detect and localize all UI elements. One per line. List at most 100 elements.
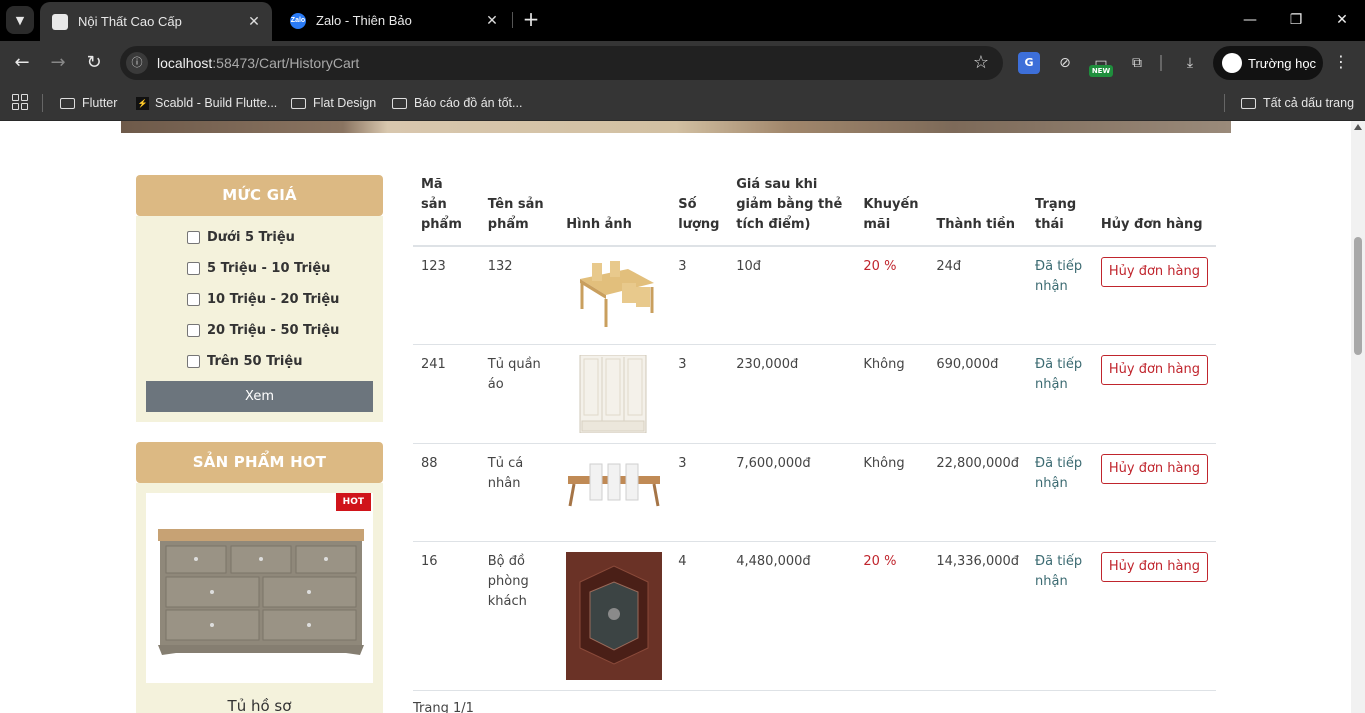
page-favicon-icon [52,13,68,30]
bookmark-flutter[interactable]: Flutter [60,93,117,113]
price-option[interactable]: 5 Triệu - 10 Triệu [146,253,373,284]
menu-kebab-icon[interactable]: ⋮ [1333,52,1349,71]
all-bookmarks[interactable]: Tất cả dấu trang [1241,93,1354,113]
cancel-order-button[interactable]: Hủy đơn hàng [1100,453,1208,484]
hot-badge: HOT [335,493,371,511]
cell-price: 10đ [728,246,856,345]
folder-icon [60,97,75,109]
reload-icon[interactable]: ↻ [81,50,107,76]
close-window-icon[interactable]: ✕ [1319,0,1365,40]
cell-name: 132 [479,246,559,345]
col-header-name: Tên sản phẩm [479,175,559,247]
cell-id: 16 [413,541,480,691]
tab-noi-that[interactable]: Nội Thất Cao Cấp ✕ [40,2,272,41]
bookmark-flat-design[interactable]: Flat Design [291,93,376,113]
col-header-status: Trạng thái [1027,175,1093,247]
col-header-qty: Số lượng [670,175,729,247]
translate-extension-icon[interactable]: G [1018,52,1040,74]
cancel-order-button[interactable]: Hủy đơn hàng [1100,257,1208,287]
cell-qty: 3 [670,443,729,542]
back-icon[interactable]: ← [9,50,35,76]
cell-image [558,541,671,691]
cell-cancel: Hủy đơn hàng [1092,443,1216,542]
extensions-puzzle-icon[interactable]: ⧉ [1126,52,1148,74]
toolbar-separator [1160,55,1162,71]
cell-promo: Không [855,344,929,444]
view-button[interactable]: Xem [146,381,373,412]
checkbox[interactable] [187,231,200,244]
new-tab-button[interactable]: + [518,6,544,34]
site-info-icon[interactable]: ⓘ [126,52,148,74]
cell-qty: 3 [670,246,729,345]
cell-image [558,344,671,444]
col-header-id: Mã sản phẩm [413,175,480,247]
hot-product-name[interactable]: Tủ hồ sơ [146,697,373,713]
wardrobe-image [579,354,647,433]
col-header-total: Thành tiền [928,175,1028,247]
cancel-order-button[interactable]: Hủy đơn hàng [1100,354,1208,385]
price-option[interactable]: 20 Triệu - 50 Triệu [146,315,373,346]
price-option[interactable]: 10 Triệu - 20 Triệu [146,284,373,315]
scroll-up-icon[interactable] [1354,124,1362,130]
table-chairs-image [568,463,661,506]
price-option[interactable]: Dưới 5 Triệu [146,222,373,253]
profile-button[interactable]: Trường học [1213,46,1323,80]
cell-name: Bộ đồ phòng khách [479,541,559,691]
apps-grid-icon[interactable] [12,94,28,110]
table-row: 123 132 3 10đ 20 % 24đ Đã tiếp nhận Hủy … [413,246,1216,345]
cell-image [558,443,671,542]
price-filter-box: Dưới 5 Triệu 5 Triệu - 10 Triệu 10 Triệu… [136,216,383,422]
pagination-text: Trang 1/1 [413,701,474,713]
cell-price: 230,000đ [728,344,856,444]
scrollbar-thumb[interactable] [1354,237,1362,355]
cell-name: Tủ quần áo [479,344,559,444]
col-header-cancel: Hủy đơn hàng [1092,175,1216,247]
bookmarks-bar: Flutter ⚡ Scabld - Build Flutte... Flat D… [0,85,1365,121]
browser-toolbar: ← → ↻ ⓘ localhost:58473/Cart/HistoryCart… [0,41,1365,85]
compass-extension-icon[interactable]: ⊘ [1054,52,1076,74]
restore-icon[interactable]: ❐ [1273,0,1319,40]
cell-qty: 3 [670,344,729,444]
address-bar[interactable]: ⓘ localhost:58473/Cart/HistoryCart ☆ [120,46,1003,80]
cell-status: Đã tiếp nhận [1027,246,1093,345]
tab-zalo[interactable]: Zalo Zalo - Thiên Bảo ✕ [278,0,510,41]
checkbox[interactable] [187,293,200,306]
col-header-promo: Khuyến mãi [855,175,929,247]
checkbox[interactable] [187,355,200,368]
cell-status: Đã tiếp nhận [1027,443,1093,542]
scabld-icon: ⚡ [136,96,149,110]
price-option[interactable]: Trên 50 Triệu [146,346,373,377]
tab-search-button[interactable]: ▼ [6,6,34,34]
bookmark-bao-cao[interactable]: Báo cáo đồ án tốt... [392,93,522,113]
bookmark-star-icon[interactable]: ☆ [973,52,989,73]
close-tab-icon[interactable]: ✕ [482,12,502,29]
close-tab-icon[interactable]: ✕ [244,13,264,30]
living-room-set-image [566,551,663,680]
url-text[interactable]: localhost:58473/Cart/HistoryCart [157,55,359,71]
cell-total: 24đ [928,246,1028,345]
bookmark-separator [1224,94,1225,112]
forward-icon[interactable]: → [45,50,71,76]
sidebar: MỨC GIÁ Dưới 5 Triệu 5 Triệu - 10 Triệu … [136,175,383,713]
cell-price: 4,480,000đ [728,541,856,691]
tab-separator [512,12,513,28]
page-scrollbar[interactable] [1351,121,1365,713]
download-icon[interactable]: ⤓ [1179,52,1201,74]
minimize-icon[interactable]: — [1227,0,1273,40]
col-header-image: Hình ảnh [558,175,671,247]
cancel-order-button[interactable]: Hủy đơn hàng [1100,551,1208,582]
table-row: 241 Tủ quần áo 3 230,000đ Không 690,000đ… [413,344,1216,444]
hot-product-image[interactable]: HOT [146,493,373,683]
hot-product-card[interactable]: HOT Tủ hồ sơ [136,483,383,713]
col-header-price: Giá sau khi giảm bằng thẻ tích điểm) [728,175,856,247]
cell-image [558,246,671,345]
hot-products-section: SẢN PHẨM HOT HOT Tủ hồ sơ [136,442,383,713]
cell-qty: 4 [670,541,729,691]
new-badge: NEW [1089,65,1113,77]
cell-name: Tủ cá nhân [479,443,559,542]
bookmark-separator [42,94,43,112]
checkbox[interactable] [187,324,200,337]
bookmark-scabld[interactable]: ⚡ Scabld - Build Flutte... [136,93,277,113]
checkbox[interactable] [187,262,200,275]
cell-cancel: Hủy đơn hàng [1092,541,1216,691]
